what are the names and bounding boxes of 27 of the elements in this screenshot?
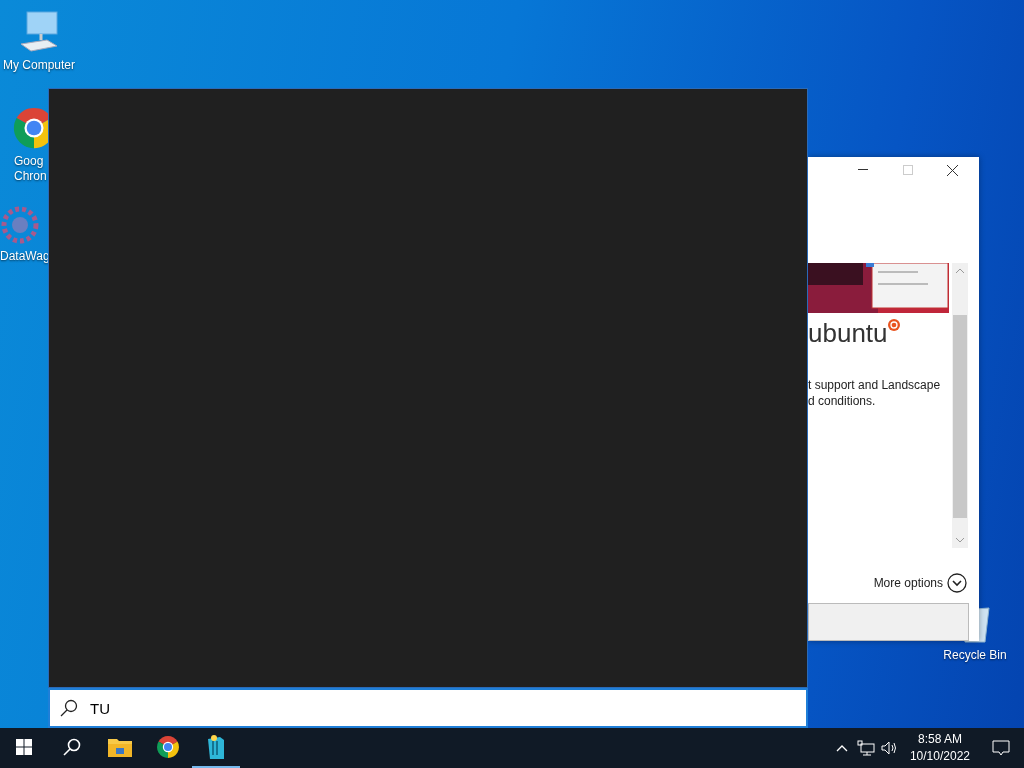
desktop-icon-label[interactable]: My Computer (3, 58, 75, 73)
chrome-icon (156, 735, 180, 759)
chevron-up-icon (835, 744, 848, 752)
search-field[interactable]: TU (88, 698, 806, 718)
more-options-link[interactable]: More options (873, 576, 943, 590)
maximize-icon (902, 165, 913, 175)
desktop-icon-label[interactable]: Goog (12, 154, 44, 169)
body-text: d conditions. (808, 393, 877, 409)
network-drawing (856, 740, 875, 756)
desktop-icon-label[interactable]: Chron (12, 169, 47, 184)
search-icon (60, 699, 78, 717)
logo-icon (887, 319, 900, 331)
folder-icon (108, 737, 132, 757)
minimize-icon (857, 169, 868, 171)
speaker-drawing (880, 740, 899, 756)
close-icon (947, 164, 958, 176)
body-text: t support and Landscape (808, 377, 942, 393)
search-box[interactable]: TU (48, 688, 808, 728)
app-icon (206, 735, 226, 759)
desktop-icon-label[interactable]: Recycle Bin (943, 648, 1007, 663)
search-icon (63, 738, 81, 756)
chevron-down-icon[interactable] (947, 573, 967, 593)
gear-icon (0, 205, 40, 245)
logo-text: ubuntu (808, 317, 888, 349)
windows-logo-icon (16, 739, 32, 755)
clock[interactable]: 8:58 AM 10/10/2022 (901, 731, 978, 765)
speech-bubble-icon (992, 740, 1010, 756)
